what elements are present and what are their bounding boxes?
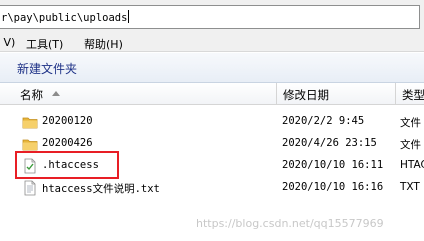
file-row[interactable]: 20200120 2020/2/2 9:45 文件 [0, 111, 424, 133]
file-row[interactable]: htaccess文件说明.txt 2020/10/10 16:16 TXT [0, 177, 424, 199]
sort-ascending-icon [52, 91, 60, 96]
menu-view[interactable]: V) [0, 36, 16, 49]
command-toolbar: 新建文件夹 [0, 53, 424, 83]
text-file-icon [24, 180, 36, 196]
menu-bar: V) 工具(T) 帮助(H) [0, 34, 424, 52]
file-name: htaccess文件说明.txt [42, 183, 160, 195]
file-type: HTAC [400, 159, 424, 171]
file-name: 20200426 [42, 137, 93, 149]
file-type: 文件 [400, 139, 421, 151]
column-type[interactable]: 类型 [396, 83, 424, 105]
menu-help[interactable]: 帮助(H) [84, 36, 123, 52]
file-modified: 2020/10/10 16:11 [282, 159, 384, 171]
file-modified: 2020/4/26 23:15 [282, 137, 377, 149]
file-modified: 2020/2/2 9:45 [282, 115, 365, 127]
file-type: 文件 [400, 117, 421, 129]
address-path: \pay\public\uploads [7, 12, 128, 24]
folder-icon [22, 117, 38, 129]
new-folder-button[interactable]: 新建文件夹 [12, 60, 82, 77]
column-name[interactable]: 名称 [0, 83, 277, 105]
text-caret [128, 10, 130, 23]
file-name: 20200120 [42, 115, 93, 127]
watermark-text: https://blog.csdn.net/qq15577969 [196, 217, 384, 230]
folder-icon [22, 139, 38, 151]
file-modified: 2020/10/10 16:16 [282, 181, 384, 193]
file-type: TXT [400, 181, 420, 193]
address-bar-area: r\pay\public\uploads [0, 0, 424, 34]
menu-tools[interactable]: 工具(T) [26, 36, 63, 52]
column-header: 名称 修改日期 类型 [0, 83, 424, 105]
column-modified[interactable]: 修改日期 [277, 83, 396, 105]
address-input[interactable]: r\pay\public\uploads [0, 5, 420, 29]
highlight-box [15, 151, 119, 179]
